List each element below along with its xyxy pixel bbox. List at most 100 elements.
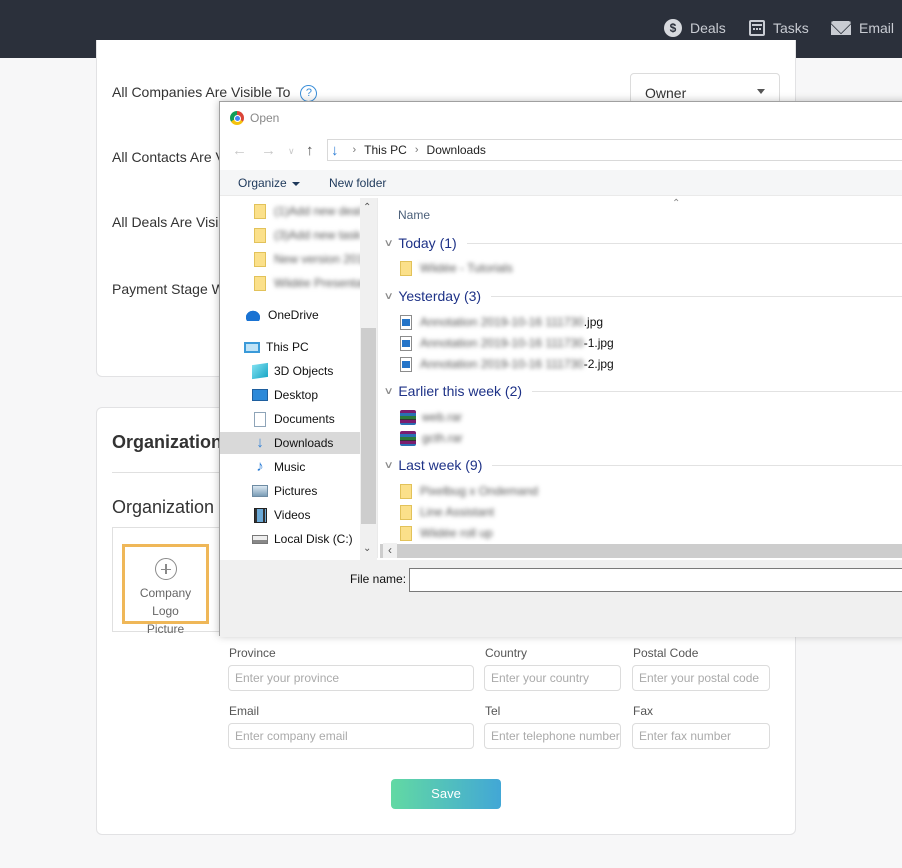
archive-icon [400, 430, 416, 446]
tree-videos[interactable]: Videos [252, 504, 310, 526]
tel-input[interactable]: Enter telephone number [484, 723, 621, 749]
group-divider [466, 242, 902, 244]
tree-3d-objects[interactable]: 3D Objects [252, 360, 333, 382]
tree-videos-label: Videos [274, 508, 311, 522]
country-input[interactable]: Enter your country [484, 665, 621, 691]
nav-tasks-label: Tasks [773, 20, 809, 36]
navigation-pane-scrollbar[interactable]: ⌃ ⌄ [360, 198, 377, 560]
tree-recent-folder[interactable]: Wiidée Presentation [254, 272, 377, 294]
recent-dropdown-icon[interactable]: ∨ [288, 146, 295, 157]
scrollbar-thumb[interactable] [361, 328, 376, 524]
tree-this-pc[interactable]: This PC [244, 336, 309, 358]
group-today[interactable]: ∨ Today (1) [384, 233, 902, 253]
file-extension: -1.jpg [583, 336, 614, 350]
video-icon [254, 507, 267, 523]
help-icon[interactable]: ? [300, 84, 318, 102]
organize-button[interactable]: Organize [238, 176, 300, 190]
horizontal-scrollbar[interactable] [380, 544, 902, 558]
file-name-blurred: Wiidée - Tutorials [420, 261, 513, 275]
calendar-icon [749, 20, 765, 36]
save-button[interactable]: Save [391, 779, 501, 809]
province-label: Province [229, 646, 276, 660]
tree-local-disk-label: Local Disk (C:) [274, 532, 353, 546]
nav-email[interactable]: Email [831, 17, 894, 39]
group-yesterday[interactable]: ∨ Yesterday (3) [384, 286, 902, 306]
scroll-down-icon[interactable]: ⌄ [363, 543, 371, 554]
tree-onedrive[interactable]: OneDrive [244, 304, 319, 326]
music-icon: ♪ [256, 458, 264, 475]
logo-label-line2: Picture [146, 622, 185, 636]
tree-local-disk[interactable]: Local Disk (C:) [252, 528, 353, 550]
nav-tasks[interactable]: Tasks [749, 17, 809, 39]
tree-documents[interactable]: Documents [252, 408, 335, 430]
command-bar: Organize New folder [220, 170, 902, 196]
file-name-blurred: Annotation 2019-10-16 111730 [420, 357, 584, 371]
file-item[interactable]: Annotation 2019-10-16 111730 -1.jpg [400, 333, 614, 353]
back-arrow-icon[interactable]: ← [232, 142, 247, 159]
navigation-pane: (1)Add new deal (3)Add new task New vers… [220, 198, 377, 558]
tree-recent-folder[interactable]: (1)Add new deal [254, 200, 361, 222]
file-name-label: File name: [350, 572, 407, 586]
file-item[interactable]: Wiidée roll up [400, 523, 493, 543]
tree-music-label: Music [274, 460, 306, 474]
company-logo-upload[interactable]: Company Logo Picture [122, 544, 209, 636]
file-name-blurred: Line Assistant [420, 505, 495, 519]
tree-downloads[interactable]: ↓ Downloads [220, 432, 360, 454]
file-item[interactable]: Annotation 2019-10-16 111730 .jpg [400, 312, 603, 332]
group-divider [532, 390, 902, 392]
caret-down-icon [291, 181, 300, 186]
pane-splitter[interactable] [377, 198, 378, 558]
tree-pictures-label: Pictures [274, 484, 318, 498]
desktop-icon [252, 389, 268, 401]
column-header-name[interactable]: Name [398, 208, 430, 222]
new-folder-button[interactable]: New folder [329, 176, 386, 190]
email-input[interactable]: Enter company email [228, 723, 474, 749]
fax-input[interactable]: Enter fax number [632, 723, 770, 749]
folder-icon [400, 483, 412, 499]
file-name-input[interactable] [409, 568, 902, 592]
group-earlier-this-week[interactable]: ∨ Earlier this week (2) [384, 381, 902, 401]
file-item[interactable]: Annotation 2019-10-16 111730 -2.jpg [400, 354, 614, 374]
chevron-down-icon: ∨ [383, 459, 394, 471]
breadcrumb-this-pc[interactable]: This PC [364, 143, 407, 157]
open-file-dialog: Open ← → ∨ ↑ ↓ › This PC › Downloads Org… [219, 101, 902, 637]
file-item[interactable]: Line Assistant [400, 502, 494, 522]
province-input[interactable]: Enter your province [228, 665, 474, 691]
scroll-left-icon[interactable]: ‹ [383, 543, 397, 558]
file-name-blurred: Pixelbug x Ondemand [420, 484, 539, 498]
group-last-week[interactable]: ∨ Last week (9) [383, 455, 902, 475]
tree-recent-folder[interactable]: New version 2019 [254, 248, 370, 270]
forward-arrow-icon[interactable]: → [261, 142, 276, 159]
scroll-up-icon[interactable]: ⌃ [363, 202, 371, 213]
tree-music[interactable]: ♪ Music [252, 456, 305, 478]
image-file-icon [400, 356, 412, 372]
sort-up-icon: ⌃ [672, 198, 681, 209]
chevron-right-icon: › [352, 144, 357, 156]
tree-documents-label: Documents [274, 412, 335, 426]
breadcrumb-downloads[interactable]: Downloads [427, 143, 486, 157]
file-item[interactable]: gcth.rar [400, 428, 463, 448]
nav-deals[interactable]: $ Deals [664, 17, 726, 39]
organize-label: Organize [238, 176, 287, 190]
file-item[interactable]: Wiidée - Tutorials [400, 258, 513, 278]
dialog-title: Open [250, 111, 280, 125]
tree-pictures[interactable]: Pictures [252, 480, 317, 502]
group-divider [491, 295, 902, 297]
setting-payment-stage-label: Payment Stage W [112, 281, 225, 297]
tree-onedrive-label: OneDrive [268, 308, 319, 322]
file-item[interactable]: Pixelbug x Ondemand [400, 481, 538, 501]
postal-code-input[interactable]: Enter your postal code [632, 665, 770, 691]
address-bar[interactable]: ↓ › This PC › Downloads [327, 139, 902, 161]
file-item[interactable]: web.rar [400, 407, 462, 427]
tel-label: Tel [485, 704, 501, 718]
file-name-blurred: Wiidée roll up [420, 526, 493, 540]
tree-recent-folder[interactable]: (3)Add new task [254, 224, 361, 246]
dollar-icon: $ [664, 19, 682, 37]
tree-downloads-label: Downloads [274, 436, 334, 450]
download-icon: ↓ [331, 141, 339, 159]
up-arrow-icon[interactable]: ↑ [306, 142, 314, 159]
group-yesterday-label: Yesterday (3) [398, 288, 482, 304]
tree-desktop[interactable]: Desktop [252, 384, 318, 406]
file-name-blurred: web.rar [422, 410, 463, 424]
plus-circle-icon [154, 558, 177, 580]
